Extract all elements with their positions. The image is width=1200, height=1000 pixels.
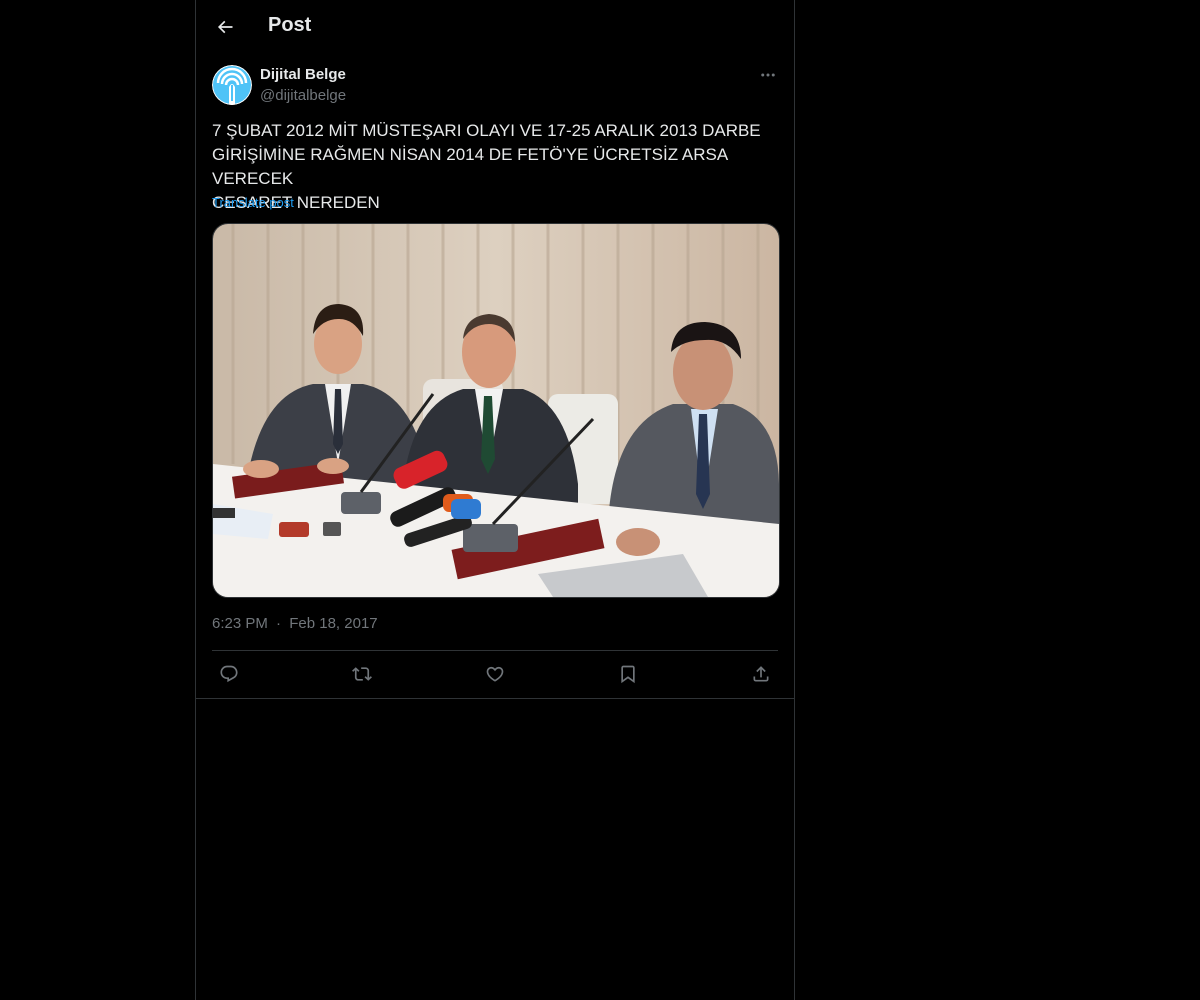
avatar-logo-icon — [212, 65, 252, 105]
post-time[interactable]: 6:23 PM — [212, 615, 268, 632]
post-image[interactable] — [212, 223, 780, 598]
share-button[interactable] — [744, 657, 778, 691]
divider — [196, 698, 794, 699]
heart-icon — [486, 666, 504, 682]
author-display-name[interactable]: Dijital Belge — [260, 66, 346, 83]
bookmark-button[interactable] — [611, 657, 645, 691]
post-actions-bar — [212, 656, 778, 692]
more-options-button[interactable] — [754, 64, 782, 86]
reply-icon — [220, 665, 238, 683]
share-icon — [753, 666, 769, 682]
more-horizontal-icon — [761, 73, 775, 77]
divider — [212, 650, 778, 651]
avatar[interactable] — [212, 65, 252, 105]
author-handle[interactable]: @dijitalbelge — [260, 87, 346, 104]
press-conference-photo — [213, 224, 779, 597]
timestamp-separator: · — [276, 615, 282, 632]
bookmark-icon — [621, 665, 635, 684]
post-text: 7 ŞUBAT 2012 MİT MÜSTEŞARI OLAYI VE 17-2… — [212, 121, 761, 212]
repost-button[interactable] — [345, 657, 379, 691]
page-title: Post — [268, 14, 312, 36]
repost-icon — [352, 667, 372, 681]
translate-post-link[interactable]: Translate post — [212, 195, 294, 210]
like-button[interactable] — [478, 657, 512, 691]
back-button[interactable] — [208, 10, 242, 44]
post-timestamp: 6:23 PM · Feb 18, 2017 — [212, 615, 378, 632]
post-column: Post Dijital Belge @dijitalbelge 7 ŞUBAT… — [195, 0, 795, 1000]
arrow-left-icon — [217, 20, 233, 34]
post-header: Post — [196, 0, 794, 54]
post-date[interactable]: Feb 18, 2017 — [289, 615, 377, 632]
reply-button[interactable] — [212, 657, 246, 691]
